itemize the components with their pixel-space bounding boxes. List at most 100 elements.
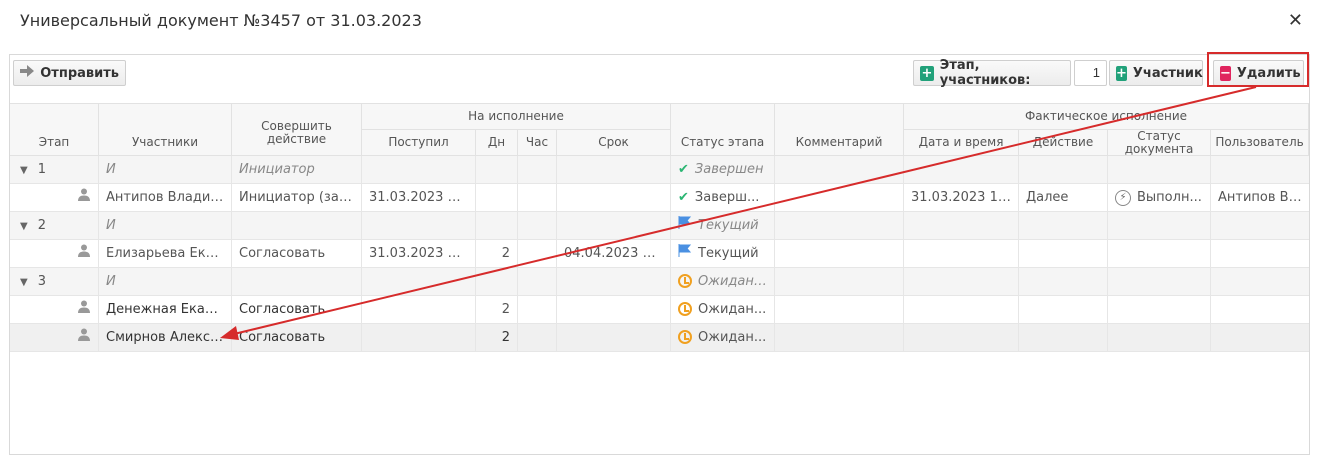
doc-status-cell [1108,240,1211,267]
days-cell [476,268,518,295]
stage-number: 1 [37,162,46,177]
act-cell [1019,240,1108,267]
stage-group-row[interactable]: ▼ 3 И Ожидание [10,268,1309,296]
stage-group-row[interactable]: ▼ 1 И Инициатор ✔ Завершен [10,156,1309,184]
stage-cell: ▼ 2 [10,212,99,239]
deadline-cell [557,296,671,323]
comment-cell [775,240,904,267]
header-stage[interactable]: Этап [10,104,99,156]
add-stage-button[interactable]: + Этап, участников: [913,58,1071,88]
header-hours[interactable]: Час [518,130,557,156]
act-cell: Далее [1019,184,1108,211]
user-icon [78,324,90,351]
status-text: Текущий [698,218,759,233]
stage-group-row[interactable]: ▼ 2 И Текущий [10,212,1309,240]
close-icon[interactable]: ✕ [1288,10,1303,31]
action-cell: Инициатор [232,156,362,183]
comment-cell [775,324,904,351]
deadline-cell [557,268,671,295]
datetime-cell [904,296,1019,323]
datetime-cell: 31.03.2023 18:... [904,184,1019,211]
header-in-progress: На исполнение [362,104,671,130]
send-button[interactable]: Отправить [13,60,126,86]
user-cell [1211,156,1309,183]
act-cell [1019,156,1108,183]
header-user[interactable]: Пользователь [1211,130,1309,156]
user-cell [1211,296,1309,323]
stage-cell: ▼ 1 [10,156,99,183]
days-cell: 2 [476,324,518,351]
header-participants[interactable]: Участники [99,104,232,156]
doc-status-cell [1108,212,1211,239]
send-button-label: Отправить [40,65,119,81]
header-received[interactable]: Поступил [362,130,476,156]
days-cell [476,212,518,239]
header-action[interactable]: Совершить действие [232,104,362,156]
plus-icon: + [920,65,934,81]
received-cell [362,156,476,183]
add-participant-label: Участник [1132,65,1203,81]
user-icon [78,184,90,211]
received-cell: 31.03.2023 18:... [362,240,476,267]
comment-cell [775,212,904,239]
participant-row[interactable]: Денежная Екате... Согласовать 2 Ожидан..… [10,296,1309,324]
header-actual: Фактическое исполнение [904,104,1309,130]
caret-down-icon[interactable]: ▼ [20,221,28,232]
act-cell [1019,212,1108,239]
comment-cell [775,268,904,295]
participant-cell: И [99,212,232,239]
participant-cell: Елизарьева Екат... [99,240,232,267]
toolbar: Отправить + Этап, участников: 1 + Участн… [10,52,1309,104]
header-stage-status[interactable]: Статус этапа [671,104,775,156]
flag-icon [678,212,692,239]
header-doc-status[interactable]: Статус документа [1108,129,1211,156]
stage-status-cell: Ожидание [671,268,775,295]
deadline-cell [557,212,671,239]
datetime-cell [904,240,1019,267]
datetime-cell [904,324,1019,351]
deadline-cell [557,156,671,183]
header-act[interactable]: Действие [1019,130,1108,156]
deadline-cell [557,184,671,211]
stage-participants-count-field[interactable]: 1 [1074,60,1107,86]
doc-status-cell: ⚡ Выполн... [1108,184,1211,211]
action-cell: Согласовать [232,324,362,351]
caret-down-icon[interactable]: ▼ [20,165,28,176]
header-days[interactable]: Дн [476,130,518,156]
received-cell [362,212,476,239]
header-comment[interactable]: Комментарий [775,104,904,156]
doc-status-cell [1108,268,1211,295]
participant-cell: И [99,268,232,295]
clock-icon [678,329,692,344]
comment-cell [775,184,904,211]
arrow-right-icon [20,65,36,81]
days-cell [476,184,518,211]
deadline-cell: 04.04.2023 17:... [557,240,671,267]
act-cell [1019,296,1108,323]
header-datetime[interactable]: Дата и время [904,130,1019,156]
doc-status-cell [1108,296,1211,323]
participant-cell: Смирнов Алекса... [99,324,232,351]
hours-cell [518,212,557,239]
doc-status-text: Выполн... [1137,190,1202,205]
participant-row[interactable]: Смирнов Алекса... Согласовать 2 Ожидан..… [10,324,1309,352]
deadline-cell [557,324,671,351]
stage-cell [10,184,99,211]
participant-row[interactable]: Антипов Владим... Инициатор (зап... 31.0… [10,184,1309,212]
doc-status-cell [1108,156,1211,183]
participant-row[interactable]: Елизарьева Екат... Согласовать 31.03.202… [10,240,1309,268]
action-cell [232,212,362,239]
header-deadline[interactable]: Срок [557,130,671,156]
lightning-icon: ⚡ [1115,189,1131,206]
user-icon [78,296,90,323]
datetime-cell [904,268,1019,295]
status-text: Заверш... [694,190,760,205]
hours-cell [518,268,557,295]
status-text: Ожидан... [698,330,767,345]
caret-down-icon[interactable]: ▼ [20,277,28,288]
datetime-cell [904,156,1019,183]
add-participant-button[interactable]: + Участник [1109,60,1203,86]
user-cell: Антипов В.А. [1218,190,1306,205]
act-cell [1019,324,1108,351]
stage-number: 3 [37,274,46,289]
